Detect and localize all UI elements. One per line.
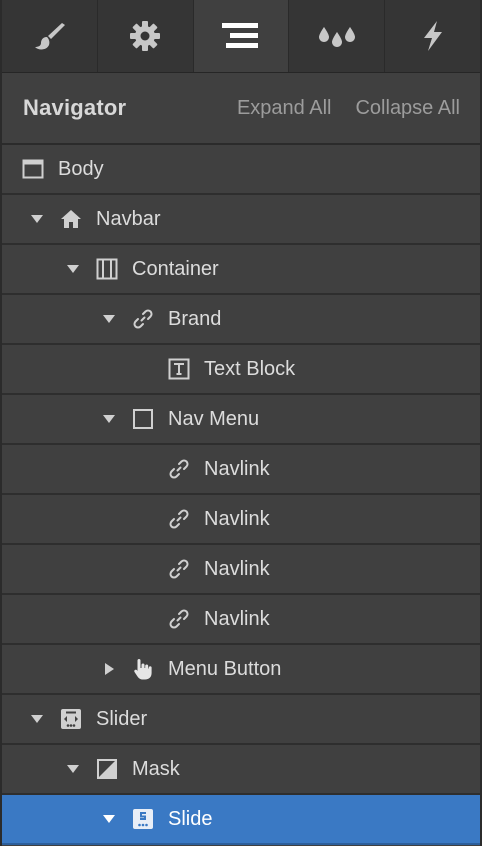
expand-all-button[interactable]: Expand All (237, 97, 332, 120)
tree-item-label: Text Block (204, 357, 296, 380)
container-icon (96, 258, 118, 280)
caret-down-icon[interactable] (66, 262, 80, 276)
navigator-header: Navigator Expand All Collapse All (2, 73, 480, 145)
panel-tab-bar (2, 0, 480, 73)
mask-icon (96, 758, 118, 780)
navigator-tree: Body Navbar Container Brand Text Block N… (2, 145, 480, 845)
gear-icon (128, 19, 162, 53)
panel-title: Navigator (23, 95, 127, 120)
link-icon (168, 558, 190, 580)
tab-settings[interactable] (98, 0, 194, 72)
tab-interactions[interactable] (385, 0, 480, 72)
tree-item-label: Body (58, 157, 104, 180)
tree-item-label: Container (132, 257, 219, 280)
caret-down-icon[interactable] (30, 212, 44, 226)
home-icon (60, 208, 82, 230)
caret-right-icon[interactable] (102, 662, 116, 676)
collapse-all-button[interactable]: Collapse All (355, 97, 460, 120)
tree-item-label: Brand (168, 307, 222, 330)
tree-item-menu-button[interactable]: Menu Button (2, 645, 480, 695)
caret-down-icon[interactable] (30, 712, 44, 726)
tree-item-slide[interactable]: Slide (2, 795, 480, 845)
tree-item-nav-menu[interactable]: Nav Menu (2, 395, 480, 445)
slide-icon (132, 808, 154, 830)
text-block-icon (168, 358, 190, 380)
link-icon (168, 608, 190, 630)
tab-navigator[interactable] (193, 0, 290, 72)
tree-item-label: Navlink (204, 507, 270, 530)
tree-item-label: Nav Menu (168, 407, 260, 430)
tree-item-navlink[interactable]: Navlink (2, 545, 480, 595)
tree-item-label: Slider (96, 707, 148, 730)
link-icon (168, 458, 190, 480)
link-icon (168, 508, 190, 530)
navigator-icon (221, 21, 261, 51)
tab-style[interactable] (2, 0, 98, 72)
navigator-panel: Navigator Expand All Collapse All Body N… (0, 0, 482, 846)
tree-item-label: Navlink (204, 457, 270, 480)
caret-down-icon[interactable] (66, 762, 80, 776)
box-icon (132, 408, 154, 430)
tree-item-brand[interactable]: Brand (2, 295, 480, 345)
tree-item-mask[interactable]: Mask (2, 745, 480, 795)
link-icon (132, 308, 154, 330)
tree-item-navbar[interactable]: Navbar (2, 195, 480, 245)
brush-icon (29, 19, 69, 53)
tree-item-container[interactable]: Container (2, 245, 480, 295)
tree-item-slider[interactable]: Slider (2, 695, 480, 745)
slider-icon (60, 708, 82, 730)
hand-icon (132, 658, 154, 680)
tree-item-navlink[interactable]: Navlink (2, 595, 480, 645)
tree-item-label: Navlink (204, 557, 270, 580)
tree-item-label: Mask (132, 757, 180, 780)
tree-item-label: Navlink (204, 607, 270, 630)
tree-item-navlink[interactable]: Navlink (2, 495, 480, 545)
tree-item-navlink[interactable]: Navlink (2, 445, 480, 495)
tree-item-text-block[interactable]: Text Block (2, 345, 480, 395)
drops-icon (317, 21, 357, 51)
tree-item-label: Slide (168, 807, 213, 830)
caret-down-icon[interactable] (102, 412, 116, 426)
body-icon (22, 158, 44, 180)
lightning-icon (418, 19, 448, 53)
tree-item-label: Menu Button (168, 657, 282, 680)
caret-down-icon[interactable] (102, 312, 116, 326)
tab-assets[interactable] (289, 0, 386, 72)
tree-item-body[interactable]: Body (2, 145, 480, 195)
tree-item-label: Navbar (96, 207, 161, 230)
caret-down-icon[interactable] (102, 812, 116, 826)
